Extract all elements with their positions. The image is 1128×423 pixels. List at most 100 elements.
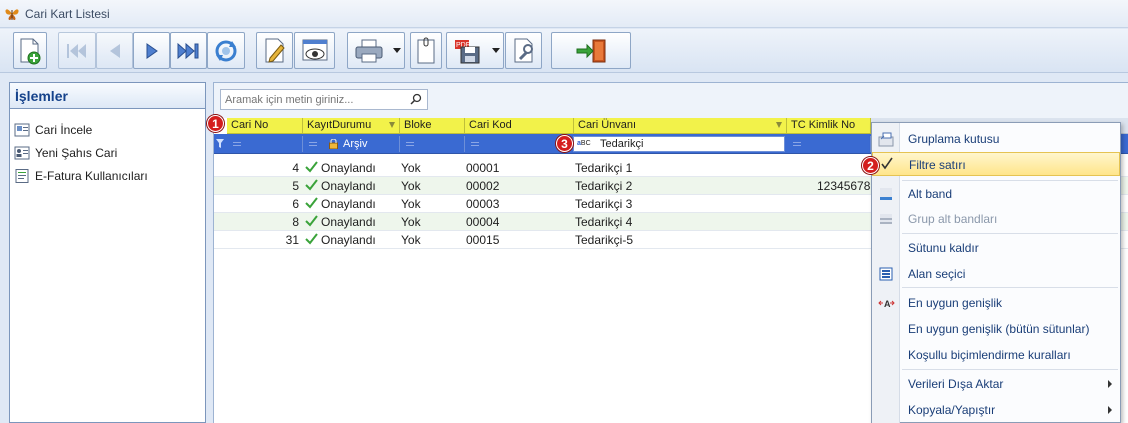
actions-panel: İşlemler Cari İncele Yeni Şahıs Cari E-F…	[9, 82, 206, 423]
cell-cari-no: 6	[292, 197, 299, 211]
exit-button[interactable]	[551, 32, 631, 69]
menu-separator	[902, 233, 1118, 234]
cell-cari-no: 8	[292, 215, 299, 229]
clipped-document-icon	[417, 37, 435, 63]
card-view-icon	[14, 123, 30, 137]
menu-separator	[902, 369, 1118, 370]
submenu-arrow-icon	[1108, 380, 1112, 388]
footer-band-icon	[880, 188, 892, 200]
column-context-menu: Gruplama kutusu Filtre satırı 2 Alt band…	[862, 122, 1121, 423]
search-icon[interactable]	[410, 93, 422, 105]
sidebar-item-label: Yeni Şahıs Cari	[35, 146, 118, 160]
annotation-badge-2: 2	[862, 157, 879, 174]
new-document-icon	[20, 38, 41, 64]
filter-cell-tc-kimlik-no[interactable]	[787, 136, 871, 152]
menu-item-kosullu-bicimlendirme[interactable]: Koşullu biçimlendirme kuralları	[872, 343, 1120, 367]
tools-button[interactable]	[505, 32, 542, 69]
sidebar-item-cari-incele[interactable]: Cari İncele	[14, 121, 92, 139]
preview-button[interactable]	[294, 32, 335, 69]
cell-kayit-durumu: Onaylandı	[321, 197, 376, 211]
cell-kayit-durumu: Onaylandı	[321, 161, 376, 175]
invoice-list-icon	[15, 169, 29, 183]
previous-record-button[interactable]	[96, 32, 133, 69]
menu-separator	[902, 180, 1118, 181]
preview-eye-icon	[302, 39, 327, 60]
column-chooser-icon	[879, 267, 893, 281]
lock-icon	[329, 139, 338, 149]
actions-panel-header: İşlemler	[10, 83, 205, 109]
sidebar-item-yeni-sahis-cari[interactable]: Yeni Şahıs Cari	[14, 144, 117, 162]
best-fit-icon: A	[878, 299, 895, 309]
annotation-badge-3: 3	[556, 135, 573, 152]
cell-cari-unvani: Tedarikçi-5	[575, 233, 634, 247]
edit-button[interactable]	[256, 32, 293, 69]
filter-cell-cari-no[interactable]	[227, 136, 303, 152]
menu-item-verileri-disa-aktar[interactable]: Verileri Dışa Aktar	[872, 372, 1120, 396]
sidebar-item-label: Cari İncele	[35, 123, 93, 137]
cell-cari-kod: 00001	[466, 161, 500, 175]
edit-pencil-icon	[265, 38, 285, 63]
cell-bloke: Yok	[401, 215, 421, 229]
column-header-cari-kod[interactable]: Cari Kod	[465, 118, 574, 134]
cell-kayit-durumu: Onaylandı	[321, 215, 376, 229]
cell-cari-no: 31	[285, 233, 299, 247]
check-icon	[305, 233, 318, 245]
refresh-icon	[215, 40, 237, 61]
cell-tc-kimlik-no: 123456789	[817, 179, 878, 193]
menu-item-alan-secici[interactable]: Alan seçici	[872, 262, 1120, 286]
column-header-cari-unvani[interactable]: Cari Ünvanı	[574, 118, 787, 134]
group-box-icon	[878, 132, 894, 147]
print-button[interactable]	[347, 32, 405, 69]
previous-record-icon	[109, 43, 120, 58]
menu-item-grup-alt-bandlari[interactable]: Grup alt bandları	[872, 207, 1120, 231]
cell-cari-kod: 00003	[466, 197, 500, 211]
cell-cari-unvani: Tedarikçi 3	[575, 197, 633, 211]
filter-input-cari-unvani[interactable]: Tedarikçi	[573, 136, 785, 152]
cell-cari-kod: 00004	[466, 215, 500, 229]
cell-cari-kod: 00002	[466, 179, 500, 193]
column-header-kayit-durumu[interactable]: KayıtDurumu	[303, 118, 400, 134]
search-input[interactable]	[220, 89, 428, 110]
search-bar	[214, 83, 1128, 118]
filter-icon	[776, 122, 782, 128]
cell-bloke: Yok	[401, 179, 421, 193]
cell-kayit-durumu: Onaylandı	[321, 233, 376, 247]
menu-item-en-uygun-genislik[interactable]: A En uygun genişlik	[872, 291, 1120, 315]
export-pdf-button[interactable]: PDF	[446, 32, 504, 69]
toolbar: PDF	[0, 29, 1128, 73]
document-button[interactable]	[410, 32, 442, 69]
check-icon	[305, 179, 318, 191]
menu-item-sutunu-kaldir[interactable]: Sütunu kaldır	[872, 236, 1120, 260]
column-header-bloke[interactable]: Bloke	[400, 118, 465, 134]
menu-item-alt-band[interactable]: Alt band	[872, 182, 1120, 206]
cell-bloke: Yok	[401, 161, 421, 175]
column-header-tc-kimlik-no[interactable]: TC Kimlik No	[787, 118, 871, 134]
last-record-icon	[177, 42, 198, 59]
sidebar-item-e-fatura[interactable]: E-Fatura Kullanıcıları	[14, 167, 148, 185]
next-record-icon	[146, 42, 158, 59]
refresh-button[interactable]	[207, 32, 245, 69]
window-title: Cari Kart Listesi	[25, 7, 110, 21]
check-icon	[305, 161, 318, 173]
menu-item-kopyala-yapistir[interactable]: Kopyala/Yapıştır	[872, 398, 1120, 422]
exit-door-icon	[576, 39, 606, 62]
sidebar-item-label: E-Fatura Kullanıcıları	[35, 169, 148, 183]
butterfly-icon	[5, 9, 19, 20]
menu-item-gruplama-kutusu[interactable]: Gruplama kutusu	[872, 127, 1120, 151]
check-icon	[305, 215, 318, 227]
menu-item-en-uygun-genislik-butun[interactable]: En uygun genişlik (bütün sütunlar)	[872, 317, 1120, 341]
next-record-button[interactable]	[133, 32, 170, 69]
first-record-button[interactable]	[58, 32, 96, 69]
cell-cari-kod: 00015	[466, 233, 500, 247]
last-record-button[interactable]	[170, 32, 207, 69]
cell-cari-unvani: Tedarikçi 1	[575, 161, 633, 175]
column-header-cari-no[interactable]: Cari No	[227, 118, 303, 134]
pdf-save-icon: PDF	[455, 39, 480, 63]
annotation-badge-1: 1	[207, 115, 224, 132]
filter-cell-bloke[interactable]	[400, 136, 465, 152]
new-button[interactable]	[13, 32, 47, 69]
person-card-icon	[14, 146, 30, 160]
menu-item-filtre-satiri[interactable]: Filtre satırı	[872, 152, 1120, 176]
filter-value-kayit-durumu[interactable]: Arşiv	[329, 138, 367, 150]
chevron-down-icon	[393, 48, 401, 53]
